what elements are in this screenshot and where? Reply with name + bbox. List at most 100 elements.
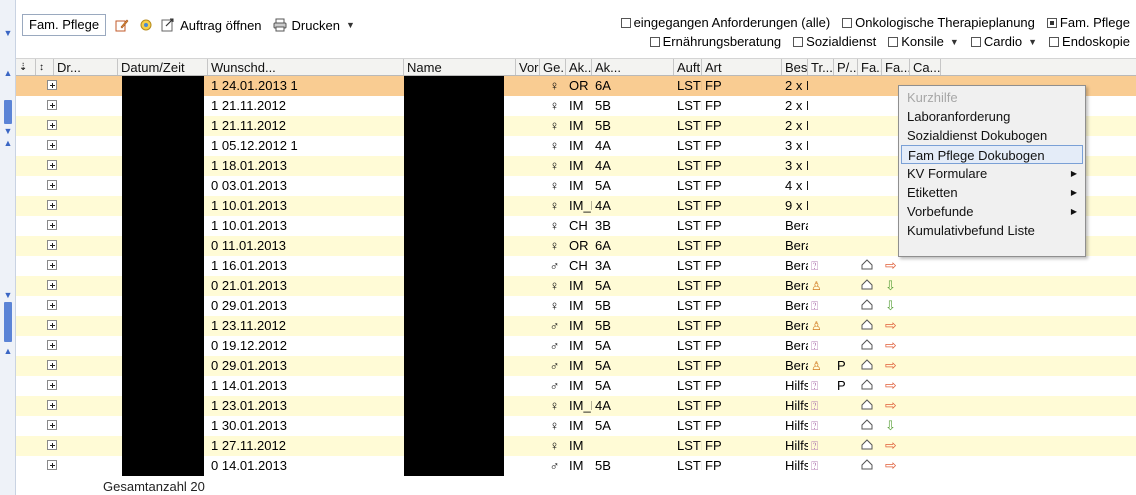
expand-cell[interactable] [36,96,118,116]
expand-plus-icon[interactable] [47,80,57,90]
column-header[interactable]: Ak... [566,59,592,75]
context-menu-item[interactable]: Kumulativbefund Liste [899,221,1085,240]
expand-plus-icon[interactable] [47,440,57,450]
arrow-down-icon[interactable]: ⇩ [885,298,896,313]
expand-cell[interactable] [36,216,118,236]
open-order-button[interactable]: Auftrag öffnen [160,17,262,33]
context-menu-item[interactable]: Laboranforderung [899,107,1085,126]
action-cell[interactable]: ⇩ [882,276,910,296]
arrow-down-icon[interactable]: ⇩ [885,278,896,293]
expand-plus-icon[interactable] [47,460,57,470]
expand-plus-icon[interactable] [47,220,57,230]
expand-cell[interactable] [36,296,118,316]
checkbox-box[interactable] [888,36,899,47]
action-cell[interactable]: ⇨ [882,456,910,476]
column-header[interactable]: Vorname [516,59,540,75]
action-cell[interactable]: ⇨ [882,376,910,396]
column-header[interactable]: Ca... [910,59,942,75]
arrow-right-icon[interactable]: ⇨ [885,397,897,413]
expand-cell[interactable] [36,356,118,376]
edit-icon[interactable] [114,17,130,33]
action-cell[interactable]: ⇩ [882,416,910,436]
expand-plus-icon[interactable] [47,420,57,430]
checkbox-box[interactable] [970,36,981,47]
table-row[interactable]: 1 27.11.2012 ♀ IM LSTM-2012-FP Hilfsmittel f… [16,436,1136,456]
table-row[interactable]: 0 14.01.2013 ♂ IM 5B LSTM-2013-FP Hilfsmittel… [16,456,1136,476]
refresh-icon[interactable] [138,17,154,33]
arrow-right-icon[interactable]: ⇨ [885,317,897,333]
action-cell[interactable]: ⇨ [882,356,910,376]
checkbox-box[interactable] [842,17,853,28]
expand-plus-icon[interactable] [47,340,57,350]
expand-plus-icon[interactable] [47,200,57,210]
context-menu-item[interactable]: Fam Pflege Dokubogen [901,145,1083,164]
expand-plus-icon[interactable] [47,100,57,110]
column-header[interactable]: Art [702,59,782,75]
expand-cell[interactable] [36,196,118,216]
expand-cell[interactable] [36,136,118,156]
column-header[interactable]: Name [404,59,516,75]
checkbox-box[interactable] [649,36,660,47]
context-menu-item[interactable]: Etiketten ▶ [899,183,1085,202]
context-menu-item[interactable]: KV Formulare ▶ [899,164,1085,183]
expand-plus-icon[interactable] [47,240,57,250]
checkbox-box[interactable] [620,17,631,28]
expand-down-icon[interactable]: ▼ [3,126,13,136]
column-header[interactable]: Ak... [592,59,674,75]
table-row[interactable]: 0 21.01.2013 ♀ IM 5A LSTM-2013-FP Beratungsle… [16,276,1136,296]
column-header[interactable]: Ge... [540,59,566,75]
expand-plus-icon[interactable] [47,360,57,370]
filter-checkbox[interactable]: Endoskopie [1049,34,1130,49]
expand-plus-icon[interactable] [47,320,57,330]
expand-down-icon[interactable]: ▼ [3,290,13,300]
filter-checkbox[interactable]: Ernährungsberatung [649,34,781,49]
filter-checkbox[interactable]: Konsile ▼ [888,34,959,49]
expand-cell[interactable] [36,316,118,336]
arrow-right-icon[interactable]: ⇨ [885,257,897,273]
expand-plus-icon[interactable] [47,160,57,170]
column-header[interactable]: Fa... [858,59,882,75]
chevron-down-icon[interactable]: ▼ [950,37,959,47]
column-header[interactable]: P/... [834,59,858,75]
arrow-right-icon[interactable]: ⇨ [885,377,897,393]
column-header[interactable]: Fa... [882,59,910,75]
expand-cell[interactable] [36,396,118,416]
expand-plus-icon[interactable] [47,300,57,310]
table-row[interactable]: 1 16.01.2013 ♂ CH 3A LSTM-2013-FP Beratungsle… [16,256,1136,276]
expand-cell[interactable] [36,256,118,276]
table-row[interactable]: 0 29.01.2013 ♂ IM 5A LSTM-2013-FP Beratungsle… [16,356,1136,376]
expand-cell[interactable] [36,376,118,396]
checkbox-box[interactable] [1046,17,1057,28]
expand-plus-icon[interactable] [47,400,57,410]
table-row[interactable]: 0 19.12.2012 ♂ IM 5A LSTM-2012-FP Beratungsle… [16,336,1136,356]
filter-checkbox[interactable]: Sozialdienst [793,34,876,49]
column-header[interactable]: Tr... [808,59,834,75]
arrow-right-icon[interactable]: ⇨ [885,457,897,473]
action-cell[interactable]: ⇨ [882,436,910,456]
priority-column-icon[interactable]: ↕ [36,59,54,75]
chevron-down-icon[interactable]: ▼ [1028,37,1037,47]
arrow-right-icon[interactable]: ⇨ [885,357,897,373]
filter-checkbox[interactable]: Onkologische Therapieplanung [842,15,1035,30]
column-header[interactable]: Wunschd... [208,59,404,75]
table-row[interactable]: 0 29.01.2013 ♀ IM 5B LSTM-2013-FP Beratungsle… [16,296,1136,316]
action-cell[interactable]: ⇨ [882,396,910,416]
expand-plus-icon[interactable] [47,280,57,290]
expand-plus-icon[interactable] [47,380,57,390]
expand-cell[interactable] [36,456,118,476]
collapse-up-icon[interactable]: ▲ [3,346,13,356]
expand-cell[interactable] [36,156,118,176]
checkbox-box[interactable] [793,36,804,47]
action-cell[interactable]: ⇨ [882,316,910,336]
collapse-up-icon[interactable]: ▲ [3,68,13,78]
expand-cell[interactable] [36,336,118,356]
expand-plus-icon[interactable] [47,260,57,270]
action-cell[interactable]: ⇩ [882,296,910,316]
expand-plus-icon[interactable] [47,140,57,150]
column-header[interactable]: Datum/Zeit [118,59,208,75]
collapse-up-icon[interactable]: ▼ [3,28,13,38]
splitter-handle[interactable] [4,302,12,342]
expand-cell[interactable] [36,76,118,96]
context-menu-item[interactable]: Vorbefunde ▶ [899,202,1085,221]
chevron-down-icon[interactable]: ▼ [346,20,355,30]
